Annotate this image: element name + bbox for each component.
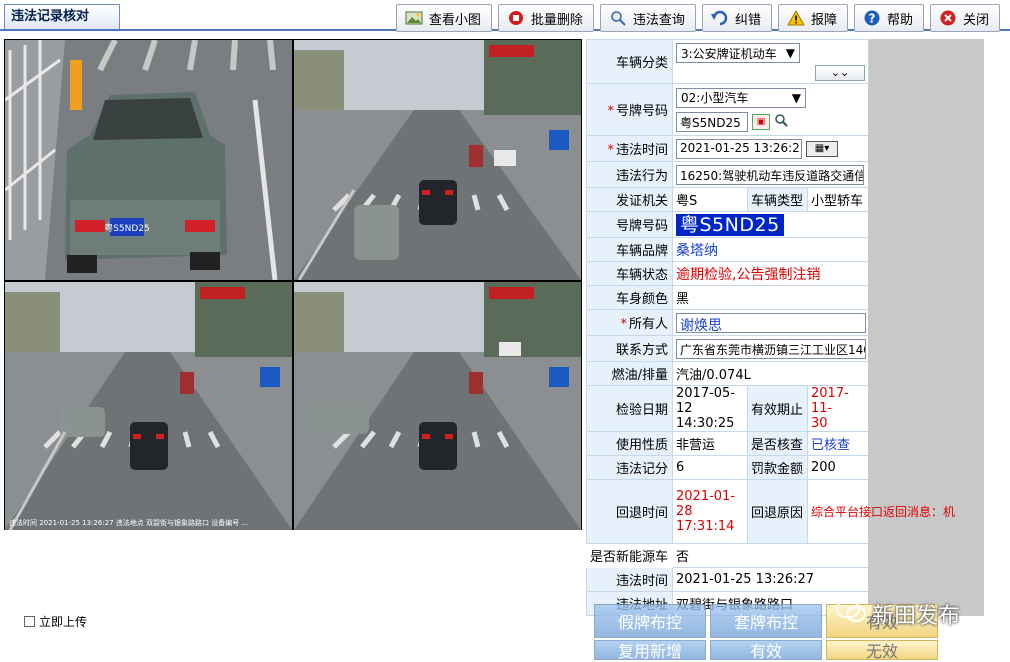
return-time-label: 回退时间 — [586, 479, 673, 544]
usage-value: 非营运 — [672, 431, 748, 456]
new-energy-value: 否 — [671, 543, 870, 568]
photo-scene-3[interactable] — [294, 282, 581, 530]
fuel-value: 汽油/0.074L — [671, 361, 870, 386]
owner-input[interactable]: 谢焕思 — [676, 312, 866, 333]
dropdown-arrow-icon: ▼ — [791, 90, 801, 105]
points-value: 6 — [672, 455, 748, 480]
usage-label: 使用性质 — [586, 431, 673, 456]
checkbox-box[interactable] — [24, 616, 35, 627]
upload-now-checkbox[interactable]: 立即上传 — [24, 613, 87, 630]
violation-time2-label: 违法时间 — [586, 567, 673, 592]
violation-act-input[interactable]: 16250:驾驶机动车违反道路交通信号 — [676, 164, 864, 185]
batch-delete-button[interactable]: 批量删除 — [497, 4, 594, 32]
report-fault-label: 报障 — [810, 12, 837, 28]
action-button-row-2: 复用新增 有效 无效 — [594, 640, 938, 661]
photo-closeup[interactable]: 粤S5ND25 — [5, 40, 292, 280]
tab-label: 违法记录核对 — [11, 9, 90, 24]
search-icon — [609, 9, 627, 27]
reuse-add-button[interactable]: 复用新增 — [594, 640, 706, 661]
valid-until-value: 2017-11- 30 — [806, 385, 870, 432]
view-thumbnail-label: 查看小图 — [428, 12, 481, 28]
report-fault-button[interactable]: 报障 — [777, 4, 848, 32]
cloned-plate-control-button[interactable]: 套牌布控 — [710, 604, 822, 638]
stop-icon — [507, 9, 525, 27]
fuel-label: 燃油/排量 — [586, 361, 673, 386]
svg-text:?: ? — [868, 12, 875, 26]
photo-scene-1[interactable] — [294, 40, 581, 280]
body-color-label: 车身颜色 — [586, 285, 673, 310]
dropdown-arrow-icon: ▼ — [785, 46, 795, 60]
violation-photo-panel[interactable]: 粤S5ND25 违法时间 2021-01-25 13:26:27 违法地点 双碧… — [4, 39, 582, 530]
fine-value: 200 — [806, 455, 870, 480]
help-button[interactable]: ? 帮助 — [853, 4, 924, 32]
return-reason-label: 回退原因 — [747, 479, 808, 544]
upload-now-label: 立即上传 — [39, 615, 88, 629]
watermark: 新田发布 — [836, 598, 960, 630]
expand-button[interactable]: ⌄⌄ — [815, 65, 866, 81]
vehicle-category-label: 车辆分类 — [586, 39, 673, 84]
contact-input[interactable]: 广东省东莞市横沥镇三江工业区140号 — [676, 338, 866, 359]
tab-violation-review[interactable]: 违法记录核对 — [4, 4, 120, 30]
violation-time-label: * 违法时间 — [586, 135, 673, 162]
points-label: 违法记分 — [586, 455, 673, 480]
correct-button[interactable]: 纠错 — [701, 4, 772, 32]
plate-number-input[interactable]: 粤S5ND25 — [676, 111, 748, 132]
view-thumbnail-button[interactable]: 查看小图 — [395, 4, 492, 32]
violation-query-button[interactable]: 违法查询 — [599, 4, 696, 32]
image-icon — [405, 9, 423, 27]
plate-overlay: 粤S5ND25 — [104, 222, 150, 234]
magnifier-icon[interactable] — [774, 113, 788, 131]
invalid-button[interactable]: 无效 — [826, 640, 938, 661]
vehicle-type-label: 车辆类型 — [747, 187, 808, 212]
return-time-value: 2021-01- 28 17:31:14 — [672, 479, 748, 544]
undo-icon — [710, 9, 729, 27]
inspection-date-value: 2017-05-12 14:30:25 — [672, 385, 748, 432]
correct-label: 纠错 — [734, 12, 761, 28]
help-label: 帮助 — [886, 12, 913, 28]
fine-label: 罚款金额 — [747, 455, 808, 480]
close-button[interactable]: 关闭 — [929, 4, 1000, 32]
plate-type-select[interactable]: 02:小型汽车 ▼ — [676, 87, 806, 108]
warning-icon — [787, 9, 805, 27]
help-icon: ? — [863, 9, 881, 27]
checked-value: 已核查 — [806, 431, 870, 456]
vehicle-info-grid: 车辆分类 3:公安牌证机动车 ▼ ⌄⌄ * 号牌号码 02:小型汽车 ▼ 粤S5ND2… — [586, 39, 985, 616]
violation-time2-value: 2021-01-25 13:26:27 — [671, 567, 870, 592]
photo-stamp: 违法时间 2021-01-25 13:26:27 违法地点 双碧街与银象路路口 … — [9, 519, 249, 527]
issuing-office-label: 发证机关 — [586, 187, 673, 212]
issuing-office-value: 粤S — [672, 187, 748, 212]
valid-until-label: 有效期止 — [747, 385, 808, 432]
close-icon — [939, 9, 957, 27]
calendar-icon[interactable]: ▦▾ — [806, 140, 838, 157]
wechat-icon — [836, 599, 866, 629]
vehicle-type-value: 小型轿车 — [806, 187, 870, 212]
plate-number-label: * 号牌号码 — [586, 83, 673, 136]
brand-label: 车辆品牌 — [586, 237, 673, 262]
violation-act-label: 违法行为 — [586, 161, 673, 188]
double-chevron-down-icon: ⌄⌄ — [830, 66, 850, 79]
plate-display-value: 粤S5ND25 — [676, 213, 784, 236]
violation-query-label: 违法查询 — [632, 12, 685, 28]
vehicle-category-select[interactable]: 3:公安牌证机动车 ▼ — [676, 43, 800, 63]
vehicle-status-value: 逾期检验,公告强制注销 — [671, 261, 870, 286]
valid-button-2[interactable]: 有效 — [710, 640, 822, 661]
return-reason-value: 综合平台接口返回消息：机 — [806, 479, 985, 544]
batch-delete-label: 批量删除 — [530, 12, 583, 28]
watermark-text: 新田发布 — [872, 604, 961, 629]
plate-display-label: 号牌号码 — [586, 211, 673, 238]
checked-label: 是否核查 — [747, 431, 808, 456]
violation-time-input[interactable]: 2021-01-25 13:26:27 — [676, 138, 802, 159]
vehicle-status-label: 车辆状态 — [586, 261, 673, 286]
close-label: 关闭 — [962, 12, 989, 28]
contact-label: 联系方式 — [586, 335, 673, 362]
fake-plate-control-button[interactable]: 假牌布控 — [594, 604, 706, 638]
photo-scene-2[interactable]: 违法时间 2021-01-25 13:26:27 违法地点 双碧街与银象路路口 … — [5, 282, 292, 530]
new-energy-label: 是否新能源车 — [586, 543, 673, 568]
owner-label: * 所有人 — [586, 309, 673, 336]
plate-picker-icon[interactable]: ▣ — [752, 113, 770, 130]
inspection-date-label: 检验日期 — [586, 385, 673, 432]
toolbar: 查看小图 批量删除 违法查询 纠错 报障 ? 帮助 关闭 — [395, 4, 1000, 32]
body-color-value: 黑 — [671, 285, 870, 310]
brand-value: 桑塔纳 — [671, 237, 870, 262]
